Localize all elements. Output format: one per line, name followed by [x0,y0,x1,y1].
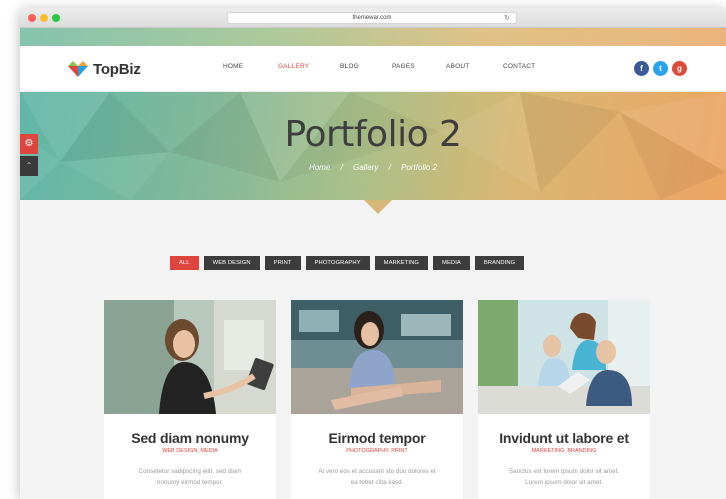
breadcrumb-separator: / [388,163,391,172]
woman-in-kitchen-photo [291,300,463,414]
portfolio-filters: ALL WEB DESIGN PRINT PHOTOGRAPHY MARKETI… [170,256,529,270]
page-title: Portfolio 2 [284,114,462,155]
nav-about[interactable]: ABOUT [446,63,503,70]
header-decor-strip [20,28,726,46]
breadcrumb-current: Portfolio 2 [401,163,438,172]
card-title[interactable]: Eirmod tempor [301,430,453,446]
logo-icon [68,61,88,77]
filter-all[interactable]: ALL [170,256,199,270]
card-title[interactable]: Invidunt ut labore et [488,430,640,446]
nav-gallery[interactable]: GALLERY [278,63,340,70]
browser-window: themewar.com ↻ TopBiz HOME GALLERY BLOG … [20,8,726,499]
close-window-button[interactable] [28,14,36,22]
browser-toolbar: themewar.com ↻ [20,8,726,28]
breadcrumb-separator: / [340,163,343,172]
page-hero: Portfolio 2 Home / Gallery / Portfolio 2 [20,92,726,200]
address-bar[interactable]: themewar.com ↻ [227,12,517,24]
portfolio-image[interactable] [104,300,276,414]
filter-marketing[interactable]: MARKETING [374,256,429,270]
card-description-line: Sanctus est lorem ipsum dolor sit amet. [508,468,620,475]
portfolio-image[interactable] [478,300,650,414]
card-body: Eirmod tempor PHOTOGRAPHY, PRINT At vero… [291,414,463,499]
filter-web-design[interactable]: WEB DESIGN [203,256,260,270]
portfolio-card[interactable]: Invidunt ut labore et MARKETING, BRANDIN… [478,300,650,499]
filter-photography[interactable]: PHOTOGRAPHY [305,256,370,270]
portfolio-image[interactable] [291,300,463,414]
chevron-up-icon[interactable]: ⌃ [20,156,38,176]
card-categories[interactable]: MARKETING, BRANDING [488,448,640,454]
url-text: themewar.com [352,15,392,21]
card-title[interactable]: Sed diam nonumy [114,430,266,446]
card-description-line: nonumy eirmod tempor. [156,479,224,486]
breadcrumb-gallery[interactable]: Gallery [353,163,378,172]
card-body: Invidunt ut labore et MARKETING, BRANDIN… [478,414,650,499]
portfolio-card[interactable]: Eirmod tempor PHOTOGRAPHY, PRINT At vero… [291,300,463,499]
card-description: At vero eos et accusam sto duo dolores e… [301,466,453,488]
site-logo[interactable]: TopBiz [68,60,141,78]
card-categories[interactable]: WEB DESIGN, MEDIA [114,448,266,454]
portfolio-card[interactable]: Sed diam nonumy WEB DESIGN, MEDIA Conset… [104,300,276,499]
breadcrumb-home[interactable]: Home [309,163,330,172]
breadcrumb: Home / Gallery / Portfolio 2 [20,163,726,172]
hero-pointer-notch [364,200,392,214]
twitter-icon[interactable]: t [653,61,668,76]
gear-icon[interactable]: ⚙ [20,134,38,154]
navbar: TopBiz HOME GALLERY BLOG PAGES ABOUT CON… [20,46,726,92]
card-description-line: At vero eos et accusam sto duo dolores e… [318,468,436,475]
nav-pages[interactable]: PAGES [392,63,446,70]
filter-media[interactable]: MEDIA [433,256,470,270]
team-meeting-photo [478,300,650,414]
reload-icon[interactable]: ↻ [504,14,510,24]
style-switcher: ⚙ ⌃ [20,134,38,178]
card-description: Sanctus est lorem ipsum dolor sit amet. … [488,466,640,488]
filter-print[interactable]: PRINT [264,256,301,270]
card-description-line: ea rebet clita kasd. [350,479,404,486]
nav-blog[interactable]: BLOG [340,63,392,70]
card-categories[interactable]: PHOTOGRAPHY, PRINT [301,448,453,454]
logo-text: TopBiz [93,60,141,78]
minimize-window-button[interactable] [40,14,48,22]
facebook-icon[interactable]: f [634,61,649,76]
nav-home[interactable]: HOME [223,63,278,70]
googleplus-icon[interactable]: g [672,61,687,76]
card-description-line: Lorem ipsum dolor sit amet. [525,479,603,486]
card-description-line: Consetetur sadipscing elitr, sed diam [138,468,242,475]
card-description: Consetetur sadipscing elitr, sed diam no… [114,466,266,488]
nav-contact[interactable]: CONTACT [503,63,535,70]
card-body: Sed diam nonumy WEB DESIGN, MEDIA Conset… [104,414,276,499]
woman-with-tablet-photo [104,300,276,414]
social-links: f t g [630,61,687,76]
filter-branding[interactable]: BRANDING [474,256,525,270]
main-nav: HOME GALLERY BLOG PAGES ABOUT CONTACT [223,63,535,70]
portfolio-section: ALL WEB DESIGN PRINT PHOTOGRAPHY MARKETI… [20,200,726,499]
portfolio-grid: Sed diam nonumy WEB DESIGN, MEDIA Conset… [104,300,650,499]
site-header: TopBiz HOME GALLERY BLOG PAGES ABOUT CON… [20,28,726,92]
maximize-window-button[interactable] [52,14,60,22]
